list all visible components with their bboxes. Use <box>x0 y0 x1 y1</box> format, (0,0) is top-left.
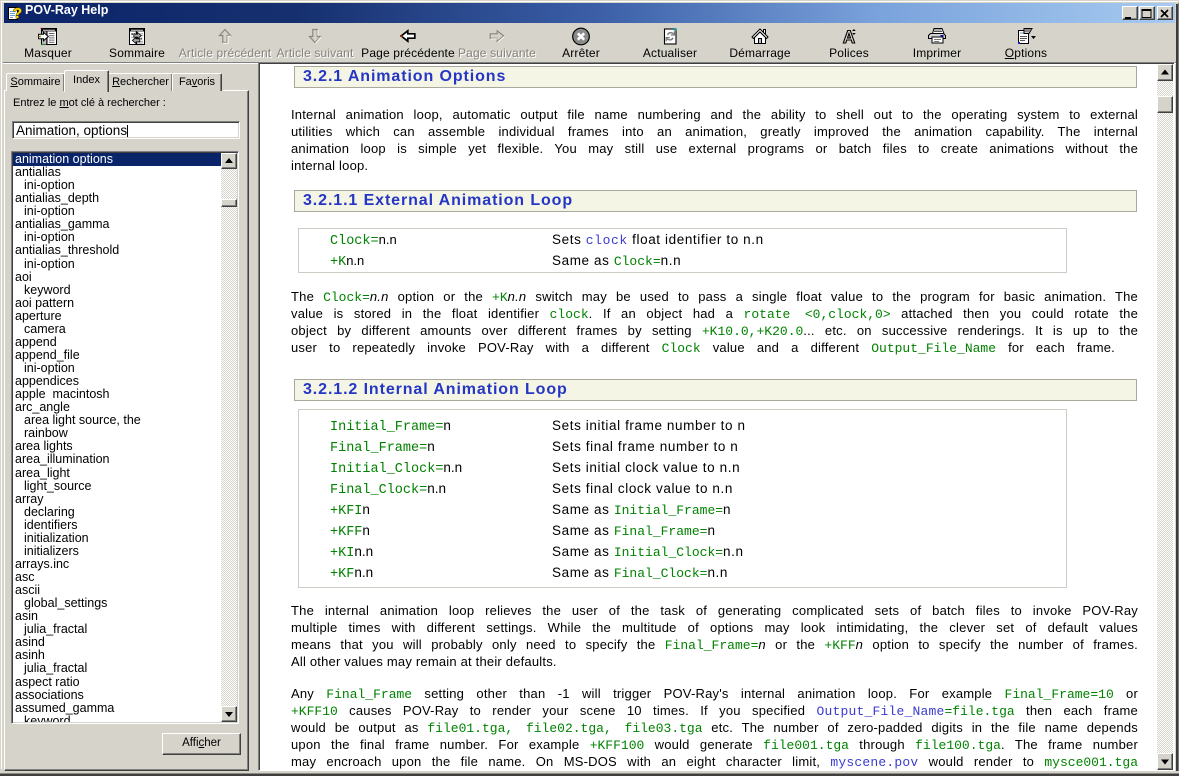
svg-text:?: ? <box>13 5 22 21</box>
